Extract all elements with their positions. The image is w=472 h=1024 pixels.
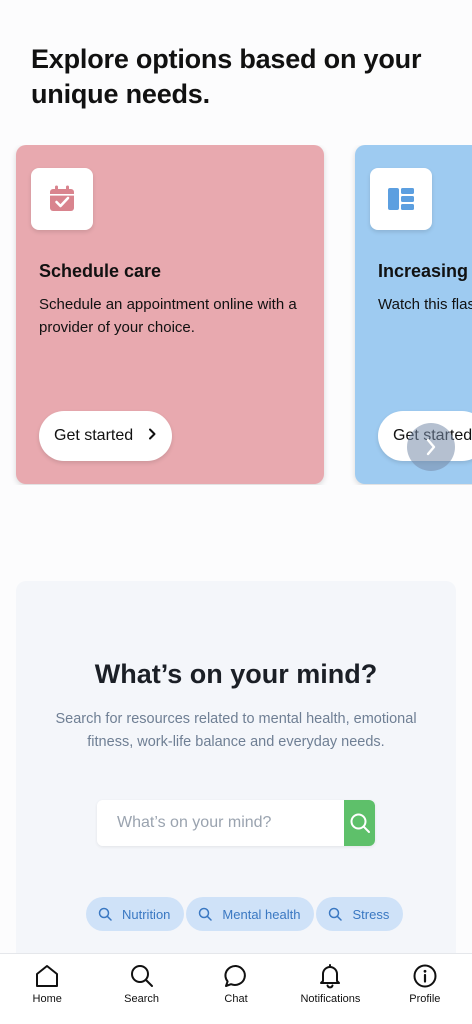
search-icon [329,907,343,921]
section-description: Search for resources related to mental h… [55,711,417,750]
topic-chips: Nutrition Mental health Stress [86,897,404,931]
nav-chat[interactable]: Chat [189,954,283,1024]
chip-mental-health[interactable]: Mental health [186,897,315,931]
chip-label: Mental health [222,906,301,922]
nav-label: Home [32,993,62,1005]
search-icon [130,965,153,987]
nav-profile[interactable]: Profile [378,954,472,1024]
chevron-right-icon [426,438,436,456]
card-schedule-care[interactable]: Schedule care Schedule an appointment on… [16,145,324,484]
chip-label: Stress [352,906,390,922]
nav-search[interactable]: Search [94,954,188,1024]
search-icon [350,813,370,833]
bell-icon [320,964,341,989]
chip-nutrition[interactable]: Nutrition [86,897,185,931]
nav-label: Chat [224,993,248,1005]
chat-icon [224,965,246,987]
whats-on-your-mind-section: What’s on your mind? Search for resource… [16,581,456,961]
card-title: Increasing p [378,261,472,281]
search-icon [98,907,112,921]
nav-label: Search [124,993,160,1005]
nav-label: Profile [409,993,441,1005]
nav-home[interactable]: Home [0,954,94,1024]
info-icon [413,964,437,988]
search-input[interactable] [97,800,344,846]
search-button[interactable] [344,800,375,846]
card-description: Schedule an appointment online with a pr… [39,296,297,336]
card-description: Watch this flash tips on increas [378,296,472,313]
chevron-right-icon [147,427,157,445]
home-icon [36,965,59,987]
carousel-next-button[interactable] [407,423,455,471]
get-started-button[interactable]: Get started [39,411,173,461]
card-title: Schedule care [39,261,162,281]
calendar-check-icon [31,168,93,230]
chip-label: Nutrition [122,906,171,922]
options-carousel[interactable]: Schedule care Schedule an appointment on… [0,145,472,485]
nav-label: Notifications [300,993,361,1005]
section-title: What’s on your mind? [94,659,378,689]
bottom-navigation: Home Search Chat Notifications Profile [0,953,472,1024]
search-bar [97,800,375,846]
page-headline: Explore options based on your unique nee… [31,44,422,109]
layout-list-icon [370,168,432,230]
get-started-label: Get started [54,427,134,444]
search-icon [199,907,213,921]
chip-stress[interactable]: Stress [316,897,404,931]
nav-notifications[interactable]: Notifications [283,954,377,1024]
